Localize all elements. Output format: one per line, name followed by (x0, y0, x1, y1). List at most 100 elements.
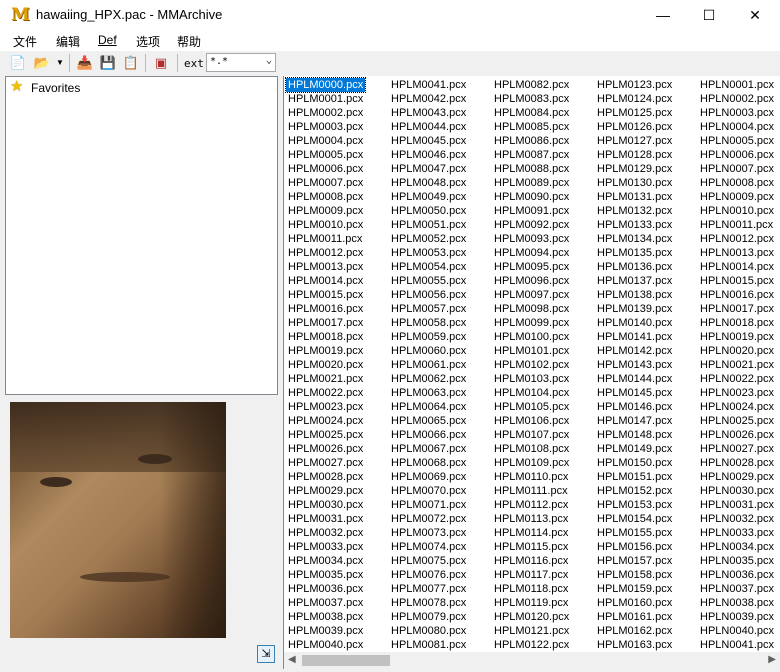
file-item[interactable]: HPLN0023.pcx (698, 386, 776, 400)
file-item[interactable]: HPLM0033.pcx (286, 540, 365, 554)
file-item[interactable]: HPLN0026.pcx (698, 428, 776, 442)
file-item[interactable]: HPLN0002.pcx (698, 92, 776, 106)
file-item[interactable]: HPLM0138.pcx (595, 288, 674, 302)
file-item[interactable]: HPLM0096.pcx (492, 274, 571, 288)
file-item[interactable]: HPLN0028.pcx (698, 456, 776, 470)
file-item[interactable]: HPLM0099.pcx (492, 316, 571, 330)
file-item[interactable]: HPLM0037.pcx (286, 596, 365, 610)
file-item[interactable]: HPLM0075.pcx (389, 554, 468, 568)
file-item[interactable]: HPLM0159.pcx (595, 582, 674, 596)
file-item[interactable]: HPLM0116.pcx (492, 554, 571, 568)
file-item[interactable]: HPLM0128.pcx (595, 148, 674, 162)
file-item[interactable]: HPLM0152.pcx (595, 484, 674, 498)
file-item[interactable]: HPLM0088.pcx (492, 162, 571, 176)
file-item[interactable]: HPLM0040.pcx (286, 638, 365, 652)
file-item[interactable]: HPLM0087.pcx (492, 148, 571, 162)
file-item[interactable]: HPLM0155.pcx (595, 526, 674, 540)
file-item[interactable]: HPLM0146.pcx (595, 400, 674, 414)
file-item[interactable]: HPLN0030.pcx (698, 484, 776, 498)
file-item[interactable]: HPLM0052.pcx (389, 232, 468, 246)
file-item[interactable]: HPLM0081.pcx (389, 638, 468, 652)
file-item[interactable]: HPLM0093.pcx (492, 232, 571, 246)
file-item[interactable]: HPLM0122.pcx (492, 638, 571, 652)
file-item[interactable]: HPLM0126.pcx (595, 120, 674, 134)
file-item[interactable]: HPLM0082.pcx (492, 78, 571, 92)
file-item[interactable]: HPLM0023.pcx (286, 400, 365, 414)
file-item[interactable]: HPLM0144.pcx (595, 372, 674, 386)
file-item[interactable]: HPLN0004.pcx (698, 120, 776, 134)
file-item[interactable]: HPLM0070.pcx (389, 484, 468, 498)
file-item[interactable]: HPLM0043.pcx (389, 106, 468, 120)
scroll-right-icon[interactable]: ▶ (768, 654, 776, 665)
file-item[interactable]: HPLM0060.pcx (389, 344, 468, 358)
file-item[interactable]: HPLM0035.pcx (286, 568, 365, 582)
file-item[interactable]: HPLM0018.pcx (286, 330, 365, 344)
file-item[interactable]: HPLM0080.pcx (389, 624, 468, 638)
file-item[interactable]: HPLM0104.pcx (492, 386, 571, 400)
file-item[interactable]: HPLM0058.pcx (389, 316, 468, 330)
file-item[interactable]: HPLM0157.pcx (595, 554, 674, 568)
file-item[interactable]: HPLM0045.pcx (389, 134, 468, 148)
file-item[interactable]: HPLM0103.pcx (492, 372, 571, 386)
file-item[interactable]: HPLM0143.pcx (595, 358, 674, 372)
file-item[interactable]: HPLM0106.pcx (492, 414, 571, 428)
file-item[interactable]: HPLM0016.pcx (286, 302, 365, 316)
file-item[interactable]: HPLM0105.pcx (492, 400, 571, 414)
file-item[interactable]: HPLM0032.pcx (286, 526, 365, 540)
file-item[interactable]: HPLM0142.pcx (595, 344, 674, 358)
file-item[interactable]: HPLM0011.pcx (286, 232, 365, 246)
file-item[interactable]: HPLM0078.pcx (389, 596, 468, 610)
file-item[interactable]: HPLN0024.pcx (698, 400, 776, 414)
file-item[interactable]: HPLM0061.pcx (389, 358, 468, 372)
extract-all-icon[interactable]: 📋 (122, 54, 140, 72)
file-item[interactable]: HPLM0020.pcx (286, 358, 365, 372)
file-item[interactable]: HPLM0098.pcx (492, 302, 571, 316)
file-item[interactable]: HPLM0001.pcx (286, 92, 365, 106)
file-item[interactable]: HPLN0006.pcx (698, 148, 776, 162)
file-item[interactable]: HPLM0072.pcx (389, 512, 468, 526)
new-document-icon[interactable]: 📄 (9, 54, 27, 72)
file-item[interactable]: HPLM0002.pcx (286, 106, 365, 120)
file-item[interactable]: HPLN0039.pcx (698, 610, 776, 624)
file-item[interactable]: HPLN0035.pcx (698, 554, 776, 568)
file-item[interactable]: HPLN0034.pcx (698, 540, 776, 554)
file-item[interactable]: HPLM0041.pcx (389, 78, 468, 92)
file-item[interactable]: HPLN0010.pcx (698, 204, 776, 218)
file-item[interactable]: HPLN0019.pcx (698, 330, 776, 344)
horizontal-scrollbar[interactable]: ◀ ▶ (283, 652, 780, 669)
file-item[interactable]: HPLM0026.pcx (286, 442, 365, 456)
file-item[interactable]: HPLM0024.pcx (286, 414, 365, 428)
file-item[interactable]: HPLM0132.pcx (595, 204, 674, 218)
cube-icon[interactable]: ▣ (152, 54, 170, 72)
file-item[interactable]: HPLM0110.pcx (492, 470, 571, 484)
file-item[interactable]: HPLN0037.pcx (698, 582, 776, 596)
file-item[interactable]: HPLM0149.pcx (595, 442, 674, 456)
file-item[interactable]: HPLM0007.pcx (286, 176, 365, 190)
file-item[interactable]: HPLM0009.pcx (286, 204, 365, 218)
file-item[interactable]: HPLM0004.pcx (286, 134, 365, 148)
file-item[interactable]: HPLM0000.pcx (284, 77, 367, 93)
file-item[interactable]: HPLM0049.pcx (389, 190, 468, 204)
file-item[interactable]: HPLN0005.pcx (698, 134, 776, 148)
file-item[interactable]: HPLM0113.pcx (492, 512, 571, 526)
file-item[interactable]: HPLM0028.pcx (286, 470, 365, 484)
file-item[interactable]: HPLN0013.pcx (698, 246, 776, 260)
file-item[interactable]: HPLM0100.pcx (492, 330, 571, 344)
file-item[interactable]: HPLM0006.pcx (286, 162, 365, 176)
file-item[interactable]: HPLM0139.pcx (595, 302, 674, 316)
ext-filter-select[interactable]: *.* ⌄ (206, 53, 276, 72)
file-item[interactable]: HPLN0031.pcx (698, 498, 776, 512)
file-item[interactable]: HPLN0040.pcx (698, 624, 776, 638)
file-item[interactable]: HPLM0108.pcx (492, 442, 571, 456)
file-item[interactable]: HPLM0156.pcx (595, 540, 674, 554)
file-item[interactable]: HPLM0120.pcx (492, 610, 571, 624)
file-item[interactable]: HPLM0069.pcx (389, 470, 468, 484)
file-item[interactable]: HPLM0025.pcx (286, 428, 365, 442)
menu-def[interactable]: Def (98, 33, 117, 47)
file-item[interactable]: HPLM0021.pcx (286, 372, 365, 386)
file-item[interactable]: HPLM0141.pcx (595, 330, 674, 344)
file-item[interactable]: HPLN0016.pcx (698, 288, 776, 302)
file-item[interactable]: HPLM0077.pcx (389, 582, 468, 596)
file-item[interactable]: HPLM0154.pcx (595, 512, 674, 526)
file-item[interactable]: HPLM0148.pcx (595, 428, 674, 442)
